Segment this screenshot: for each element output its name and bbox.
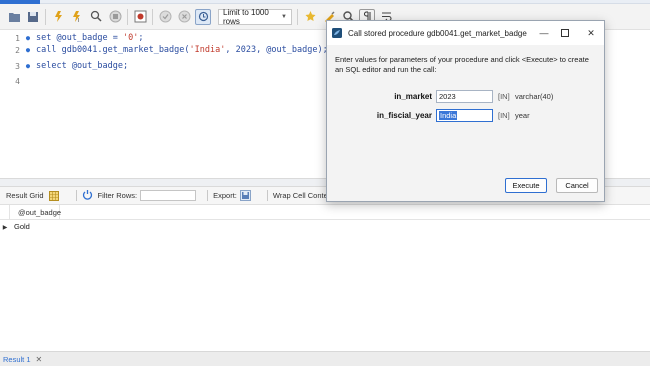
result-grid-tab[interactable]: Result Grid [6,190,65,201]
filter-rows-input[interactable] [140,190,197,201]
table-row[interactable]: ▶ Gold [0,220,650,234]
param-input-in-market[interactable]: 2023 [436,89,493,103]
statement-marker-icon: ● [25,62,31,70]
commit-icon[interactable] [157,9,173,25]
toolbar-separator [127,8,128,25]
code-line: 3 ● select @out_badge; [0,58,128,74]
close-icon[interactable]: ✕ [579,21,603,45]
dialog-titlebar: Call stored procedure gdb0041.get_market… [327,21,604,45]
execute-button[interactable]: Execute [505,178,547,193]
code-line: 2 ● call gdb0041.get_market_badge('India… [0,42,328,58]
param-row-in-fiscial-year: in_fiscial_year India [IN] year [327,108,606,122]
call-procedure-dialog: Call stored procedure gdb0041.get_market… [326,20,605,202]
toolbar-separator [266,190,268,201]
statement-marker-icon: ● [25,34,31,42]
result-grid-label: Result Grid [6,191,44,200]
param-input-in-fiscial-year[interactable]: India [436,108,493,122]
param-label: in_fiscial_year [376,110,432,120]
grid-header: @out_badge [0,205,650,220]
toggle-result-icon[interactable] [132,9,148,25]
rollback-icon[interactable] [176,9,192,25]
autocommit-icon[interactable] [195,8,211,25]
code-text: select @out_badge; [36,61,129,71]
param-type: varchar(40) [515,91,554,101]
toolbar-separator [207,190,209,201]
param-type: year [515,110,530,120]
toolbar-separator [75,190,77,201]
row-pointer-icon: ▶ [2,224,8,231]
execute-icon[interactable] [50,9,66,25]
line-number: 4 [15,76,20,86]
selected-text: India [439,110,458,120]
dialog-title: Call stored procedure gdb0041.get_market… [348,28,527,38]
toolbar-separator [152,8,153,25]
dialog-description: Enter values for parameters of your proc… [335,55,589,74]
stop-icon[interactable] [107,9,123,25]
filter-icon[interactable] [82,190,93,201]
row-header-corner [0,205,10,220]
beautify-icon[interactable] [302,9,318,25]
cancel-button[interactable]: Cancel [556,178,598,193]
param-direction: [IN] [498,91,510,101]
grid-icon[interactable] [49,190,60,201]
column-header[interactable]: @out_badge [10,205,61,220]
line-number: 2 [15,45,20,55]
open-icon[interactable] [6,9,22,25]
param-row-in-market: in_market 2023 [IN] varchar(40) [327,89,606,103]
code-text: call gdb0041.get_market_badge('India', 2… [36,45,328,55]
export-icon[interactable] [239,190,251,201]
export-label: Export: [213,191,237,200]
filter-rows-label: Filter Rows: [97,191,138,200]
code-line: 4 [0,73,20,89]
filter-rows: Filter Rows: [98,190,197,201]
svg-text:I: I [78,18,79,23]
maximize-icon[interactable] [553,21,577,45]
line-number: 3 [15,61,20,71]
execute-current-icon[interactable]: I [69,9,85,25]
toolbar-separator [45,8,46,25]
export: Export: [213,190,256,201]
result-tabs-bar: Result 1 ✕ [0,351,650,366]
limit-rows-select[interactable]: Limit to 1000 rows ▼ [218,7,292,26]
param-direction: [IN] [498,110,510,120]
param-label: in_market [394,91,432,101]
toolbar-separator [297,8,298,25]
statement-marker-icon: ● [25,46,31,54]
limit-rows-value: Limit to 1000 rows [223,7,269,26]
table-cell[interactable]: Gold [10,220,60,234]
save-icon[interactable] [25,9,41,25]
close-icon[interactable]: ✕ [36,355,43,364]
result-tab[interactable]: Result 1 ✕ [3,355,42,364]
chevron-down-icon: ▼ [281,13,287,20]
explain-icon[interactable] [88,9,104,25]
mysql-workbench-icon [332,28,342,38]
result-tab-label: Result 1 [3,354,31,364]
